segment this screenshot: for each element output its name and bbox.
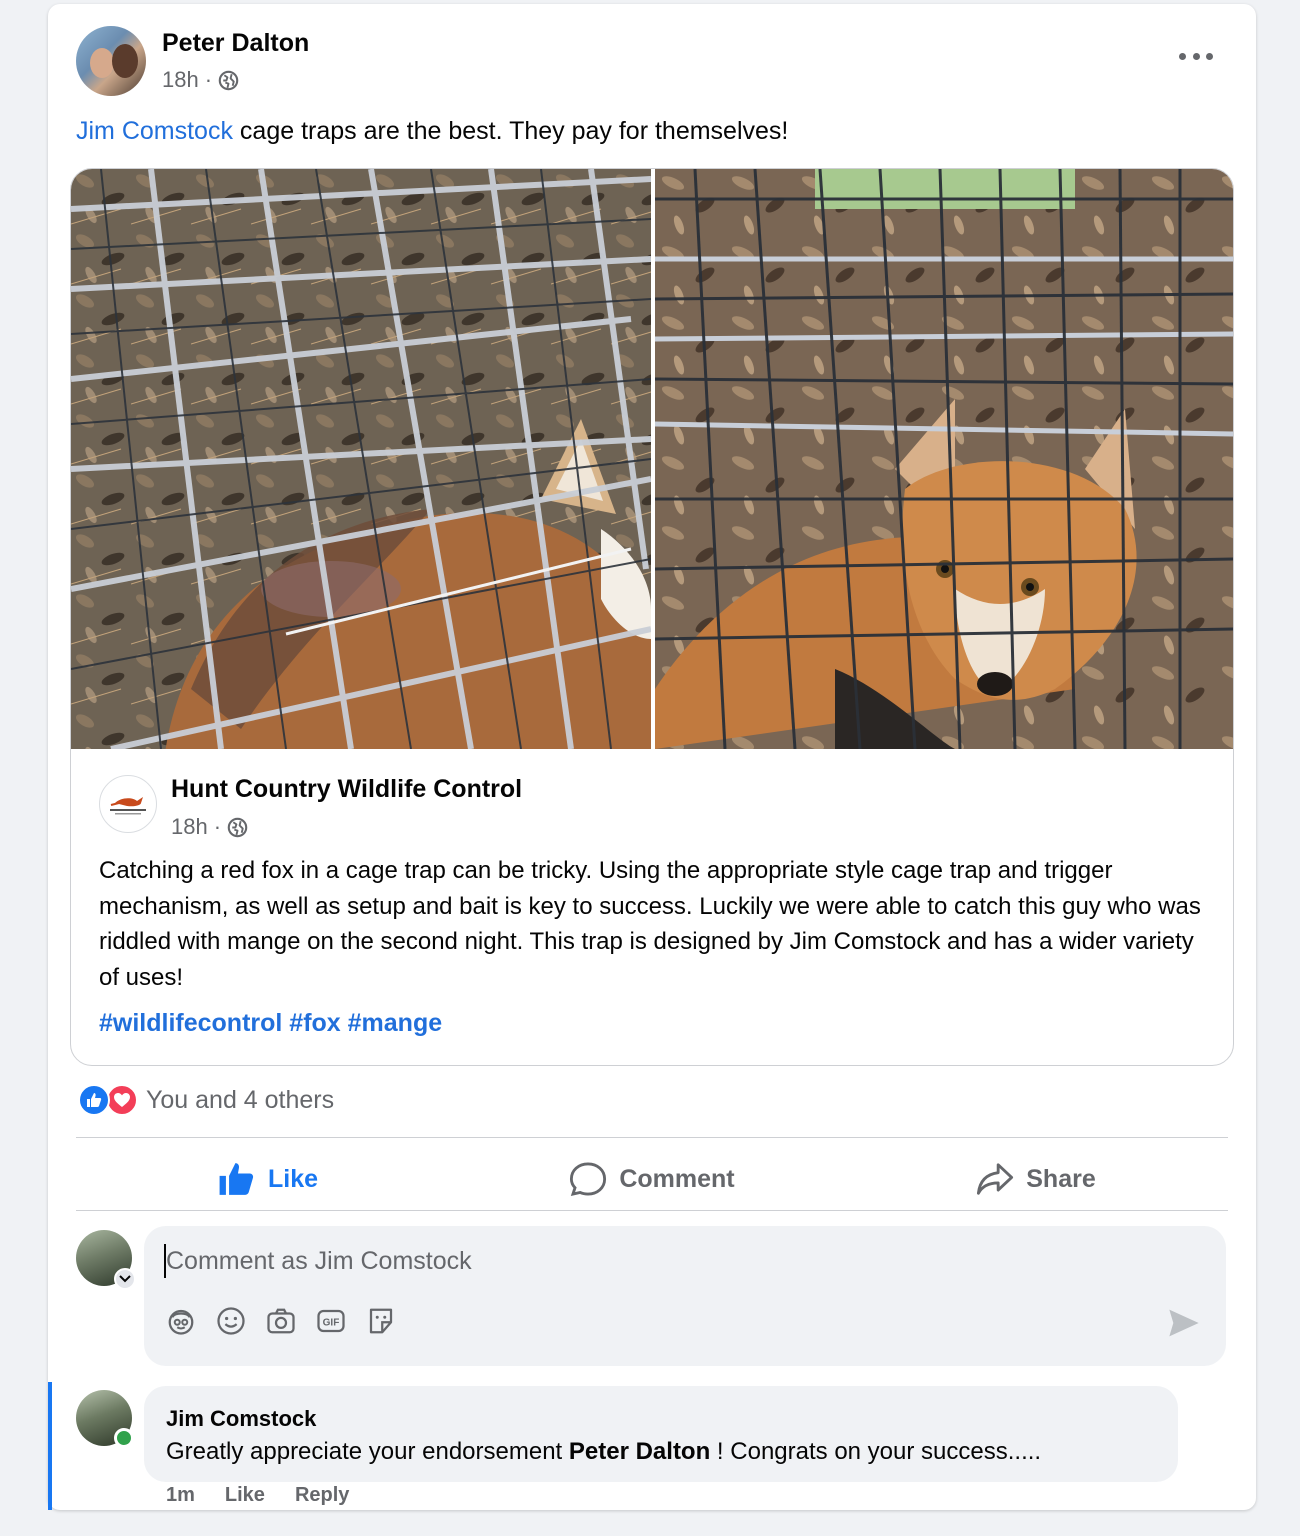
globe-icon [227,817,248,837]
meta-separator: · [204,67,213,92]
online-status-badge [114,1428,134,1448]
comment-highlight-bar [48,1382,52,1510]
comment-like-button[interactable]: Like [225,1484,265,1507]
post-text: Jim Comstock cage traps are the best. Th… [76,114,788,148]
comment-actions: 1m Like Reply [166,1484,349,1507]
gif-icon[interactable]: GIF [316,1306,346,1336]
camera-icon[interactable] [266,1306,296,1336]
sticker-icon[interactable] [366,1306,396,1336]
comment-input[interactable] [164,1244,1144,1278]
comment-reply-button[interactable]: Reply [295,1484,349,1507]
like-button[interactable]: Like [76,1144,460,1214]
fox-photo-1[interactable] [71,169,651,749]
like-icon [78,1084,110,1116]
chevron-down-icon[interactable] [114,1268,136,1290]
svg-text:GIF: GIF [323,1317,340,1328]
reactions-count-text: You and 4 others [146,1085,335,1114]
reaction-summary[interactable]: You and 4 others [78,1084,334,1116]
comment-icon [570,1162,607,1196]
share-button[interactable]: Share [844,1144,1228,1214]
comment-mention[interactable]: Peter Dalton [569,1438,710,1465]
action-bar: Like Comment Share [76,1144,1228,1214]
comment-button[interactable]: Comment [460,1144,844,1214]
more-options-icon[interactable] [1179,44,1213,68]
share-label: Share [1026,1164,1096,1193]
meta-separator: · [213,814,222,839]
post-text-body: cage traps are the best. They pay for th… [232,117,789,145]
hashtag-links[interactable]: #wildlifecontrol #fox #mange [99,1009,442,1038]
author-avatar[interactable] [76,26,146,96]
fox-logo-icon [110,797,146,815]
comment-label: Comment [619,1164,735,1193]
comment-time[interactable]: 1m [166,1484,195,1507]
post-mention[interactable]: Jim Comstock [76,117,233,145]
like-label: Like [267,1164,319,1193]
comment-text-end: ! Congrats on your success..... [710,1438,1042,1465]
comment-author[interactable]: Jim Comstock [166,1406,316,1432]
photo-grid [71,169,1233,749]
page-name[interactable]: Hunt Country Wildlife Control [171,775,522,804]
post-author[interactable]: Peter Dalton [162,29,309,58]
composer-toolbar: GIF [166,1306,396,1336]
comment-text: Greatly appreciate your endorsement Pete… [166,1436,1041,1468]
shared-meta: 18h · [171,814,248,840]
fox-photo-2[interactable] [655,169,1233,749]
comment-bubble: Jim Comstock Greatly appreciate your end… [144,1386,1178,1482]
page-logo[interactable] [99,775,157,833]
shared-post[interactable]: Hunt Country Wildlife Control 18h · Catc… [70,168,1234,1066]
comment-text-start: Greatly appreciate your endorsement [166,1438,569,1465]
post-meta: 18h · [162,67,239,93]
post-time[interactable]: 18h [162,67,199,93]
love-icon [106,1084,138,1116]
divider [76,1210,1228,1211]
send-icon[interactable] [1168,1308,1200,1338]
divider [76,1137,1228,1138]
avatar-sticker-icon[interactable] [166,1306,196,1336]
share-icon [977,1163,1014,1195]
comment-composer: GIF [144,1226,1226,1366]
post-card: Peter Dalton 18h · Jim Comstock cage tra… [48,4,1256,1510]
shared-post-body: Catching a red fox in a cage trap can be… [99,857,1201,991]
thumbs-up-icon [219,1163,254,1195]
globe-icon [218,70,239,90]
shared-time[interactable]: 18h [171,814,208,840]
emoji-icon[interactable] [216,1306,246,1336]
